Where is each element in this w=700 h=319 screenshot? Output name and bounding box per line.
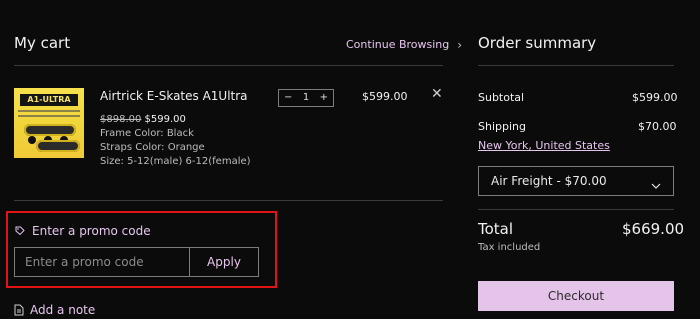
tag-icon xyxy=(14,225,26,237)
order-summary-title: Order summary xyxy=(478,34,597,52)
summary-divider-top xyxy=(478,65,674,66)
cart-title: My cart xyxy=(14,34,71,52)
apply-button-label: Apply xyxy=(207,255,241,269)
product-image-brand: A1-ULTRA xyxy=(20,94,78,106)
shipping-location-link[interactable]: New York, United States xyxy=(478,139,610,152)
image-stripe xyxy=(18,115,80,117)
image-stripe xyxy=(18,110,80,112)
note-icon xyxy=(14,304,24,316)
continue-browsing-link[interactable]: Continue Browsing › xyxy=(346,38,462,51)
checkout-button[interactable]: Checkout xyxy=(478,281,674,311)
product-straps-color: Straps Color: Orange xyxy=(100,142,205,153)
summary-divider-mid xyxy=(478,209,674,210)
subtotal-label: Subtotal xyxy=(478,91,525,104)
wheel-shape xyxy=(28,136,36,144)
quantity-stepper[interactable]: − 1 + xyxy=(278,89,334,107)
line-item-total: $599.00 xyxy=(362,90,408,103)
promo-code-input[interactable] xyxy=(14,247,190,277)
product-name[interactable]: Airtrick E-Skates A1Ultra xyxy=(100,89,248,103)
checkout-button-label: Checkout xyxy=(547,289,605,303)
shipping-method-select[interactable]: Air Freight - $70.00 xyxy=(478,166,674,196)
total-value: $669.00 xyxy=(622,220,685,238)
product-frame-color: Frame Color: Black xyxy=(100,128,194,139)
product-image[interactable]: A1-ULTRA xyxy=(14,88,84,158)
shipping-label: Shipping xyxy=(478,120,526,133)
shipping-method-value: Air Freight - $70.00 xyxy=(491,174,607,188)
skate-shape xyxy=(24,124,76,136)
cart-divider-bottom xyxy=(14,200,443,201)
add-note-label: Add a note xyxy=(30,303,96,317)
apply-button[interactable]: Apply xyxy=(189,247,259,277)
minus-icon[interactable]: − xyxy=(284,93,292,103)
remove-item-icon[interactable]: ✕ xyxy=(431,86,443,102)
skate-shape xyxy=(36,140,80,152)
promo-code-toggle[interactable]: Enter a promo code xyxy=(14,224,151,238)
quantity-value[interactable]: 1 xyxy=(303,93,309,103)
product-price: $599.00 xyxy=(144,114,186,125)
shipping-value: $70.00 xyxy=(638,120,677,133)
chevron-down-icon xyxy=(651,178,661,189)
cart-divider-top xyxy=(14,65,443,66)
promo-code-label: Enter a promo code xyxy=(32,224,151,238)
chevron-right-icon: › xyxy=(457,37,463,52)
product-old-price: $898.00 xyxy=(100,114,142,125)
product-price-row: $898.00 $599.00 xyxy=(100,114,186,125)
product-size: Size: 5-12(male) 6-12(female) xyxy=(100,156,251,167)
add-note-toggle[interactable]: Add a note xyxy=(14,303,95,317)
continue-browsing-label: Continue Browsing xyxy=(346,38,450,51)
total-label: Total xyxy=(478,220,514,238)
tax-included-note: Tax included xyxy=(478,242,541,253)
plus-icon[interactable]: + xyxy=(320,93,328,103)
subtotal-value: $599.00 xyxy=(632,91,678,104)
